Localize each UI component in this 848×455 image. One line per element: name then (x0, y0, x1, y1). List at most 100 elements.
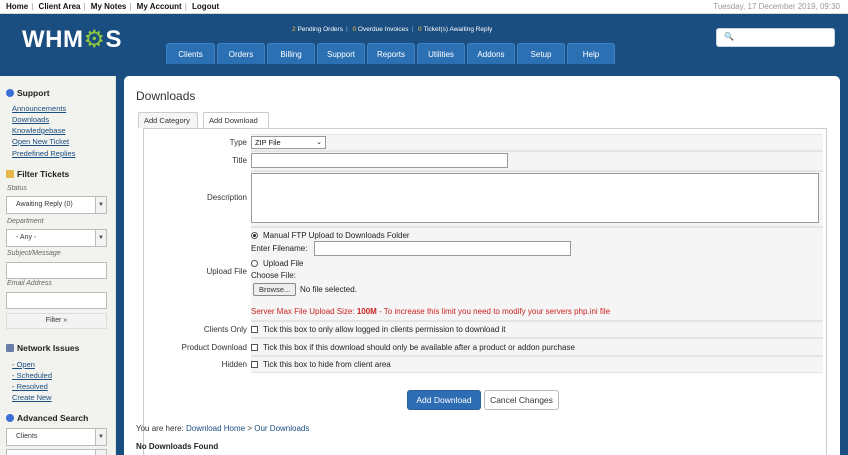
tickets-count[interactable]: 0 (418, 26, 422, 33)
main-panel: Downloads Add Category Add Download Type… (124, 76, 840, 455)
top-link-logout[interactable]: Logout (192, 2, 219, 11)
nav-help[interactable]: Help (567, 43, 615, 64)
advanced-search-select[interactable]: Clients ▼ (6, 428, 107, 446)
browse-button[interactable]: Browse... (253, 283, 297, 296)
add-download-button[interactable]: Add Download (407, 390, 481, 410)
pending-orders-count[interactable]: 2 (292, 26, 296, 33)
type-label: Type (229, 138, 247, 147)
header: WHM⚙S 2 Pending Orders | 0 Overdue Invoic… (0, 14, 848, 65)
nav-orders[interactable]: Orders (217, 43, 265, 64)
network-link-create-new[interactable]: Create New (12, 393, 52, 402)
breadcrumb: You are here: Download Home > Our Downlo… (136, 424, 310, 433)
top-link-home[interactable]: Home (6, 2, 28, 11)
upload-file-option-label: Upload File (263, 259, 304, 268)
status-select[interactable]: Awaiting Reply (0) ▼ (6, 196, 107, 214)
choose-file-label: Choose File: (251, 271, 296, 280)
network-icon (6, 344, 14, 352)
nav-reports[interactable]: Reports (367, 43, 415, 64)
sidebar-link-predefined-replies[interactable]: Predefined Replies (12, 149, 75, 158)
clients-only-row: Clients Only Tick this box to only allow… (144, 321, 826, 338)
network-issues-heading: Network Issues (6, 343, 79, 353)
no-file-selected: No file selected. (300, 285, 357, 294)
hidden-text: Tick this box to hide from client area (263, 360, 391, 369)
whmcs-logo[interactable]: WHM⚙S (22, 28, 122, 52)
breadcrumb-home[interactable]: Download Home (186, 424, 245, 433)
title-input[interactable] (251, 153, 508, 168)
ftp-upload-radio[interactable] (251, 232, 258, 239)
header-stats: 2 Pending Orders | 0 Overdue Invoices | 0 … (292, 26, 493, 33)
product-download-text: Tick this box if this download should on… (263, 343, 575, 352)
description-textarea[interactable] (251, 173, 819, 223)
clients-only-text: Tick this box to only allow logged in cl… (263, 325, 506, 334)
top-link-my-account[interactable]: My Account (137, 2, 182, 11)
nav-clients[interactable]: Clients (166, 43, 215, 64)
product-download-label: Product Download (181, 343, 247, 352)
hidden-checkbox[interactable] (251, 361, 258, 368)
max-upload-warning: Server Max File Upload Size: 100M - To i… (251, 307, 611, 316)
folder-icon (6, 170, 14, 178)
upload-row: Upload File Manual FTP Upload to Downloa… (144, 227, 826, 321)
support-icon (6, 89, 14, 97)
title-row: Title (144, 151, 826, 171)
clients-only-checkbox[interactable] (251, 326, 258, 333)
hidden-row: Hidden Tick this box to hide from client… (144, 356, 826, 373)
top-bar: Home | Client Area | My Notes | My Account |… (0, 0, 848, 14)
network-link-open[interactable]: - Open (12, 360, 35, 369)
email-label: Email Address (7, 280, 52, 287)
top-link-client-area[interactable]: Client Area (39, 2, 81, 11)
nav-addons[interactable]: Addons (467, 43, 515, 64)
network-link-resolved[interactable]: - Resolved (12, 382, 48, 391)
upload-file-radio[interactable] (251, 260, 258, 267)
title-label: Title (232, 156, 247, 165)
cancel-changes-button[interactable]: Cancel Changes (484, 390, 559, 410)
department-label: Department (7, 218, 44, 225)
search-icon (6, 414, 14, 422)
department-select[interactable]: - Any - ▼ (6, 229, 107, 247)
nav-billing[interactable]: Billing (267, 43, 315, 64)
tab-add-download[interactable]: Add Download (203, 112, 269, 129)
subject-input[interactable] (6, 262, 107, 279)
tab-add-category[interactable]: Add Category (138, 112, 198, 128)
nav-setup[interactable]: Setup (517, 43, 565, 64)
chevron-down-icon: ▼ (95, 429, 106, 445)
top-links: Home | Client Area | My Notes | My Account |… (6, 2, 220, 11)
product-download-checkbox[interactable] (251, 344, 258, 351)
no-downloads-message: No Downloads Found (136, 442, 219, 451)
product-download-row: Product Download Tick this box if this d… (144, 338, 826, 356)
network-link-scheduled[interactable]: - Scheduled (12, 371, 52, 380)
search-input[interactable]: 🔍 (716, 28, 835, 47)
sidebar-link-open-new-ticket[interactable]: Open New Ticket (12, 137, 69, 146)
status-label: Status (7, 185, 27, 192)
advanced-search-field-select[interactable]: ▼ (6, 449, 107, 455)
page-title: Downloads (136, 89, 196, 103)
support-heading: Support (6, 88, 50, 98)
nav-support[interactable]: Support (317, 43, 365, 64)
current-date: Tuesday, 17 December 2019, 09:30 (713, 2, 840, 11)
overdue-label[interactable]: Overdue Invoices (358, 26, 409, 33)
overdue-count[interactable]: 0 (352, 26, 356, 33)
search-icon: 🔍 (724, 32, 734, 41)
type-row: Type ZIP File ⌄ (144, 134, 826, 151)
type-select[interactable]: ZIP File ⌄ (251, 136, 326, 149)
sidebar: Support Announcements Downloads Knowledg… (0, 76, 116, 455)
sidebar-link-knowledgebase[interactable]: Knowledgebase (12, 126, 65, 135)
chevron-down-icon: ▼ (95, 197, 106, 213)
email-input[interactable] (6, 292, 107, 309)
filter-button[interactable]: Filter » (6, 313, 107, 329)
top-link-my-notes[interactable]: My Notes (91, 2, 127, 11)
filter-tickets-heading: Filter Tickets (6, 169, 69, 179)
sidebar-link-downloads[interactable]: Downloads (12, 115, 49, 124)
enter-filename-label: Enter Filename: (251, 244, 308, 253)
header-divider (0, 65, 848, 71)
nav-utilities[interactable]: Utilities (417, 43, 465, 64)
filename-input[interactable] (314, 241, 571, 256)
upload-file-label: Upload File (206, 267, 247, 276)
main-nav: Clients Orders Billing Support Reports U… (166, 43, 615, 64)
pending-orders-label[interactable]: Pending Orders (297, 26, 343, 33)
tickets-label[interactable]: Ticket(s) Awaiting Reply (423, 26, 492, 33)
hidden-label: Hidden (221, 360, 247, 369)
breadcrumb-current[interactable]: Our Downloads (254, 424, 309, 433)
sidebar-link-announcements[interactable]: Announcements (12, 104, 66, 113)
description-row: Description (144, 171, 826, 227)
ftp-upload-label: Manual FTP Upload to Downloads Folder (263, 231, 410, 240)
